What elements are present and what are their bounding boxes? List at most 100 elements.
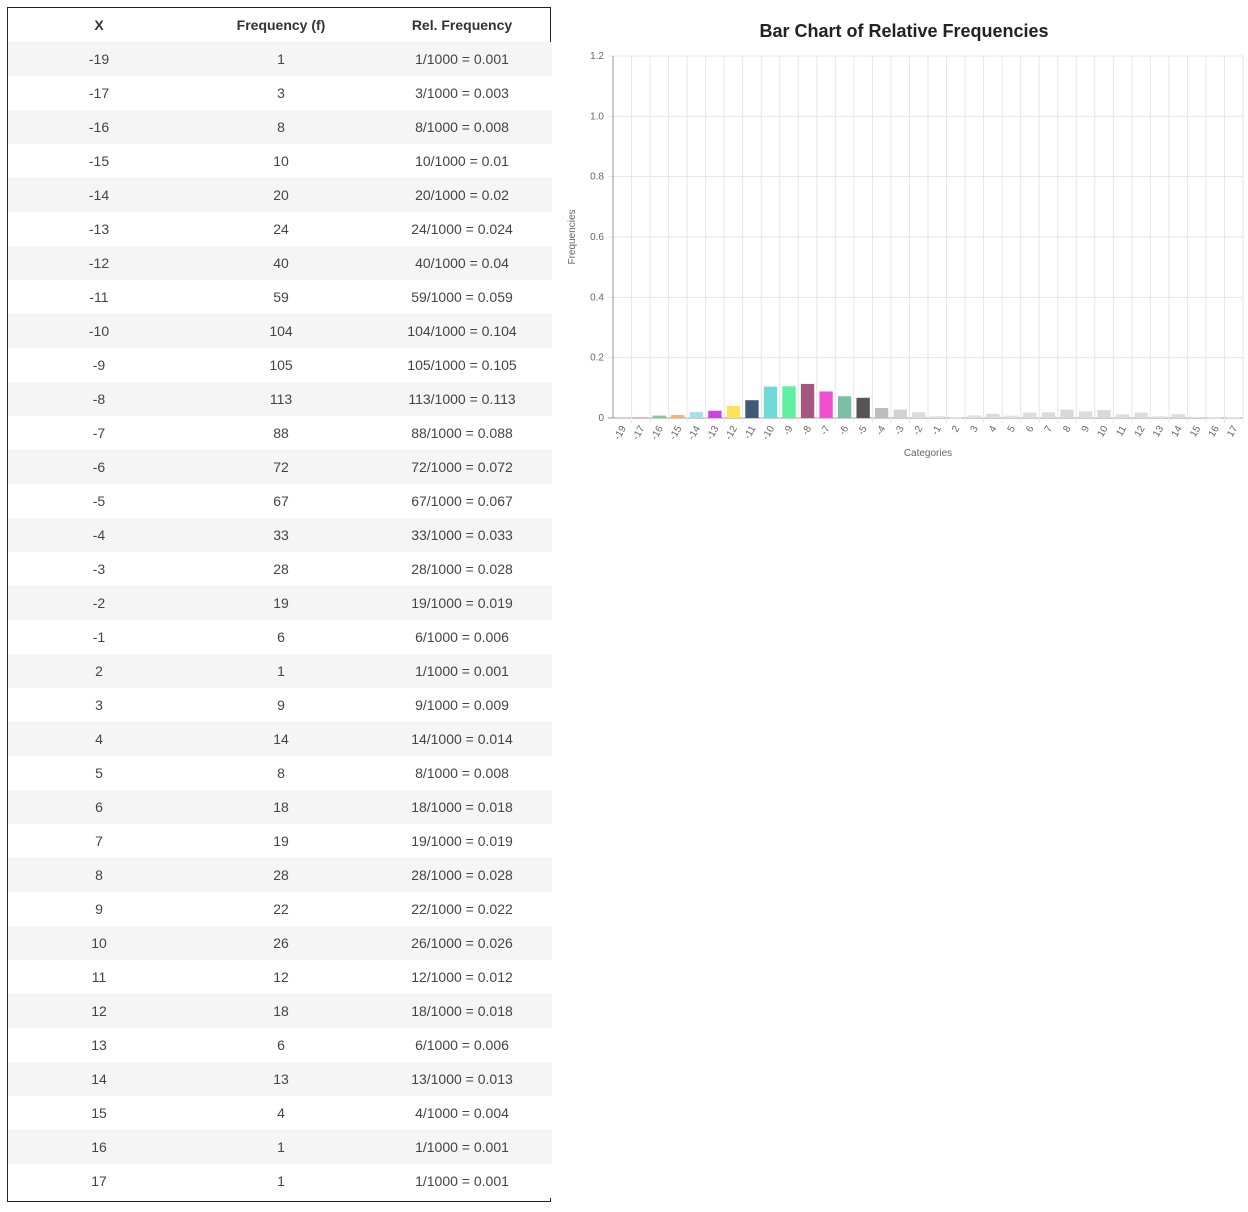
cell-frequency: 6 [277, 629, 285, 645]
cell-x: -16 [88, 119, 110, 135]
cell-rel-frequency: 26/1000 = 0.026 [411, 935, 513, 951]
x-tick-label: 12 [1133, 424, 1148, 440]
cell-rel-frequency: 88/1000 = 0.088 [411, 425, 513, 441]
x-tick-label: -16 [649, 424, 666, 442]
cell-x: 7 [95, 833, 103, 849]
bar-15 [1190, 416, 1204, 418]
cell-x: 10 [91, 935, 107, 951]
cell-rel-frequency: 4/1000 = 0.004 [415, 1105, 509, 1121]
x-tick-label: 17 [1225, 424, 1240, 440]
cell-x: -4 [92, 527, 106, 543]
cell-frequency: 13 [273, 1071, 289, 1087]
cell-rel-frequency: 6/1000 = 0.006 [415, 1037, 509, 1053]
x-tick-label: -3 [893, 424, 907, 438]
table-row: -12 40 40/1000 = 0.04 [8, 246, 552, 280]
x-tick-label: -5 [856, 424, 870, 438]
cell-frequency: 67 [273, 493, 289, 509]
cell-x: -10 [88, 323, 110, 339]
cell-frequency: 1 [277, 663, 285, 679]
cell-frequency: 104 [269, 323, 293, 339]
y-tick-label: 1.2 [590, 51, 604, 62]
cell-frequency: 20 [273, 187, 289, 203]
y-tick-label: 1.0 [590, 111, 604, 122]
cell-x: -13 [88, 221, 110, 237]
cell-frequency: 8 [277, 765, 285, 781]
bar-10 [1097, 410, 1111, 418]
cell-rel-frequency: 104/1000 = 0.104 [407, 323, 517, 339]
x-tick-label: -8 [800, 424, 814, 438]
x-tick-label: -10 [760, 424, 777, 442]
cell-x: 12 [91, 1003, 107, 1019]
x-tick-label: -4 [874, 424, 888, 438]
y-tick-label: 0.6 [590, 232, 604, 243]
bar-14 [1171, 414, 1185, 418]
cell-frequency: 105 [269, 357, 293, 373]
bar--10 [763, 386, 778, 418]
cell-rel-frequency: 3/1000 = 0.003 [415, 85, 509, 101]
cell-frequency: 26 [273, 935, 289, 951]
bar-4 [986, 413, 1000, 418]
cell-frequency: 59 [273, 289, 289, 305]
table-row: 13 6 6/1000 = 0.006 [8, 1028, 552, 1062]
cell-frequency: 88 [273, 425, 289, 441]
bar--15 [671, 414, 685, 418]
table-row: -9 105 105/1000 = 0.105 [8, 348, 552, 382]
cell-rel-frequency: 113/1000 = 0.113 [408, 391, 516, 407]
bar-3 [967, 415, 981, 418]
y-axis-title: Frequencies [567, 209, 578, 264]
cell-frequency: 4 [277, 1105, 285, 1121]
bar-2 [949, 417, 963, 419]
cell-frequency: 22 [273, 901, 289, 917]
cell-rel-frequency: 19/1000 = 0.019 [411, 833, 513, 849]
frequency-table: X Frequency (f) Rel. Frequency -19 1 1/100… [8, 8, 552, 1198]
table-row: -3 28 28/1000 = 0.028 [8, 552, 552, 586]
bar--12 [726, 405, 741, 418]
x-tick-label: 3 [969, 424, 982, 435]
bar--4 [875, 408, 889, 418]
x-tick-label: 2 [950, 424, 963, 435]
cell-rel-frequency: 59/1000 = 0.059 [411, 289, 513, 305]
bar-7 [1041, 412, 1056, 418]
table-row: -2 19 19/1000 = 0.019 [8, 586, 552, 620]
cell-x: -9 [92, 357, 106, 373]
bar--5 [856, 397, 870, 418]
cell-x: -8 [92, 391, 106, 407]
x-tick-label: 7 [1043, 424, 1056, 435]
table-header-row: X Frequency (f) Rel. Frequency [8, 8, 552, 42]
cell-x: 4 [95, 731, 103, 747]
table-row: -1 6 6/1000 = 0.006 [8, 620, 552, 654]
bar--11 [745, 400, 759, 418]
table-row: 5 8 8/1000 = 0.008 [8, 756, 552, 790]
bar--3 [893, 409, 907, 418]
cell-frequency: 40 [273, 255, 289, 271]
bar-12 [1134, 412, 1148, 418]
cell-frequency: 9 [277, 697, 285, 713]
cell-frequency: 10 [273, 153, 289, 169]
cell-x: -12 [88, 255, 110, 271]
bar-9 [1078, 411, 1093, 418]
cell-rel-frequency: 14/1000 = 0.014 [411, 731, 513, 747]
x-tick-label: -1 [930, 424, 944, 438]
cell-x: -17 [88, 85, 110, 101]
table-row: 12 18 18/1000 = 0.018 [8, 994, 552, 1028]
cell-x: -2 [92, 595, 106, 611]
cell-x: 6 [95, 799, 103, 815]
cell-x: 3 [95, 697, 103, 713]
cell-rel-frequency: 33/1000 = 0.033 [411, 527, 513, 543]
cell-rel-frequency: 12/1000 = 0.012 [411, 969, 513, 985]
x-tick-label: 13 [1151, 424, 1166, 440]
table-row: -13 24 24/1000 = 0.024 [8, 212, 552, 246]
bar--17 [634, 417, 648, 418]
x-tick-label: 5 [1006, 424, 1019, 435]
bar-chart: Bar Chart of Relative Frequencies 0 0.2 0.… [560, 10, 1248, 480]
x-tick-label: 11 [1114, 424, 1129, 439]
cell-frequency: 33 [273, 527, 289, 543]
table-row: 2 1 1/1000 = 0.001 [8, 654, 552, 688]
cell-frequency: 18 [273, 1003, 289, 1019]
bar-17 [1227, 417, 1241, 419]
cell-rel-frequency: 28/1000 = 0.028 [411, 561, 513, 577]
table-row: 7 19 19/1000 = 0.019 [8, 824, 552, 858]
bar--16 [652, 415, 666, 418]
x-tick-label: 14 [1170, 424, 1185, 440]
cell-frequency: 28 [273, 867, 289, 883]
